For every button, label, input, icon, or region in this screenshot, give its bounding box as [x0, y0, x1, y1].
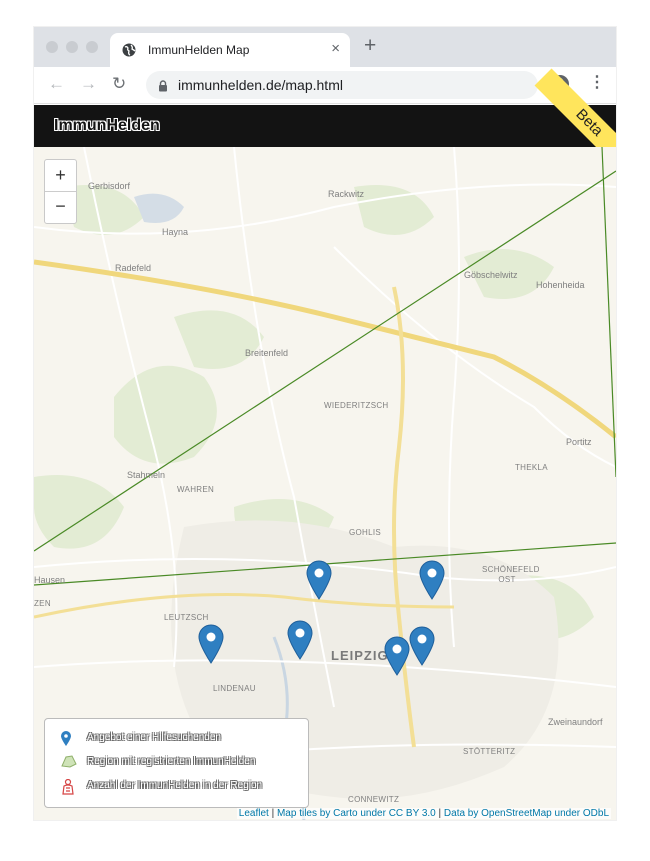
- place-label: ZEN: [34, 599, 51, 608]
- legend-label: Anzahl der ImmunHelden in der Region: [87, 780, 263, 791]
- place-label: Hayna: [162, 227, 189, 237]
- place-label: LINDENAU: [213, 684, 256, 693]
- place-label: Göbschelwitz: [464, 270, 518, 280]
- browser-window: ImmunHelden Map × + ← → ↻ immunhelden.de…: [34, 27, 616, 820]
- place-label: LEIPZIG: [331, 648, 389, 663]
- browser-toolbar: ← → ↻ immunhelden.de/map.html ☆ ⋮: [34, 67, 616, 104]
- address-bar[interactable]: immunhelden.de/map.html ☆: [146, 71, 538, 99]
- place-label: Hausen: [34, 575, 66, 585]
- leaflet-link[interactable]: Leaflet: [239, 808, 269, 819]
- place-label: SCHÖNEFELD OST: [482, 565, 540, 584]
- tab-bar: ImmunHelden Map × +: [34, 27, 616, 67]
- marker-icon[interactable]: [409, 626, 435, 666]
- legend-label: Angebot einer Hilfesuchenden: [87, 732, 221, 743]
- reload-button[interactable]: ↻: [112, 75, 126, 93]
- osm-link[interactable]: Data by OpenStreetMap under ODbL: [444, 808, 609, 819]
- marker-icon[interactable]: [306, 560, 332, 600]
- tab-title: ImmunHelden Map: [148, 43, 250, 57]
- place-label: Stahmeln: [127, 470, 166, 480]
- map-attribution: Leaflet | Map tiles by Carto under CC BY…: [236, 808, 611, 819]
- brand-title[interactable]: ImmunHelden: [54, 117, 160, 135]
- place-label: WIEDERITZSCH: [324, 401, 389, 410]
- place-label: Radefeld: [115, 263, 152, 273]
- tiles-link[interactable]: Map tiles by Carto under CC BY 3.0: [277, 808, 436, 819]
- place-label: Portitz: [566, 437, 592, 447]
- legend-label: Region mit registrierten ImmunHelden: [87, 756, 256, 767]
- zoom-control: + −: [44, 159, 77, 224]
- attribution-separator: |: [268, 808, 277, 819]
- place-label: CONNEWITZ: [348, 795, 400, 804]
- attribution-separator: |: [435, 808, 444, 819]
- place-label: THEKLA: [515, 463, 548, 472]
- place-label: Rackwitz: [328, 189, 365, 199]
- lock-icon: [158, 79, 168, 97]
- window-controls: [46, 41, 98, 53]
- zoom-in-button[interactable]: +: [45, 160, 76, 192]
- place-label: GOHLIS: [349, 528, 382, 537]
- zoom-out-button[interactable]: −: [45, 191, 76, 222]
- place-label: Zweinaundorf: [548, 717, 603, 727]
- marker-icon[interactable]: [384, 636, 410, 676]
- url-text[interactable]: immunhelden.de/map.html: [178, 77, 343, 93]
- browser-menu-icon[interactable]: ⋮: [589, 74, 605, 92]
- marker-icon[interactable]: [419, 560, 445, 600]
- new-tab-button[interactable]: +: [364, 35, 376, 56]
- marker-icon[interactable]: [287, 620, 313, 660]
- place-label: STÖTTERITZ: [463, 747, 516, 756]
- tab-immunhelden-map[interactable]: ImmunHelden Map ×: [110, 33, 350, 67]
- place-label: Gerbisdorf: [88, 181, 131, 191]
- marker-icon[interactable]: [198, 624, 224, 664]
- close-tab-icon[interactable]: ×: [331, 41, 340, 57]
- map-legend: Angebot einer Hilfesuchenden Region mit …: [44, 718, 309, 808]
- app-header: ImmunHelden: [34, 105, 616, 147]
- maximize-window-icon[interactable]: [86, 41, 98, 53]
- place-label: Breitenfeld: [245, 348, 289, 358]
- forward-button[interactable]: →: [80, 75, 97, 93]
- place-label: WAHREN: [177, 485, 215, 494]
- map-view[interactable]: Gerbisdorf Rackwitz Hayna Radefeld Göbsc…: [34, 147, 616, 820]
- place-label: Hohenheida: [536, 280, 585, 290]
- place-label: LEUTZSCH: [164, 613, 209, 622]
- back-button[interactable]: ←: [48, 75, 65, 93]
- globe-icon: [122, 43, 136, 62]
- close-window-icon[interactable]: [46, 41, 58, 53]
- minimize-window-icon[interactable]: [66, 41, 78, 53]
